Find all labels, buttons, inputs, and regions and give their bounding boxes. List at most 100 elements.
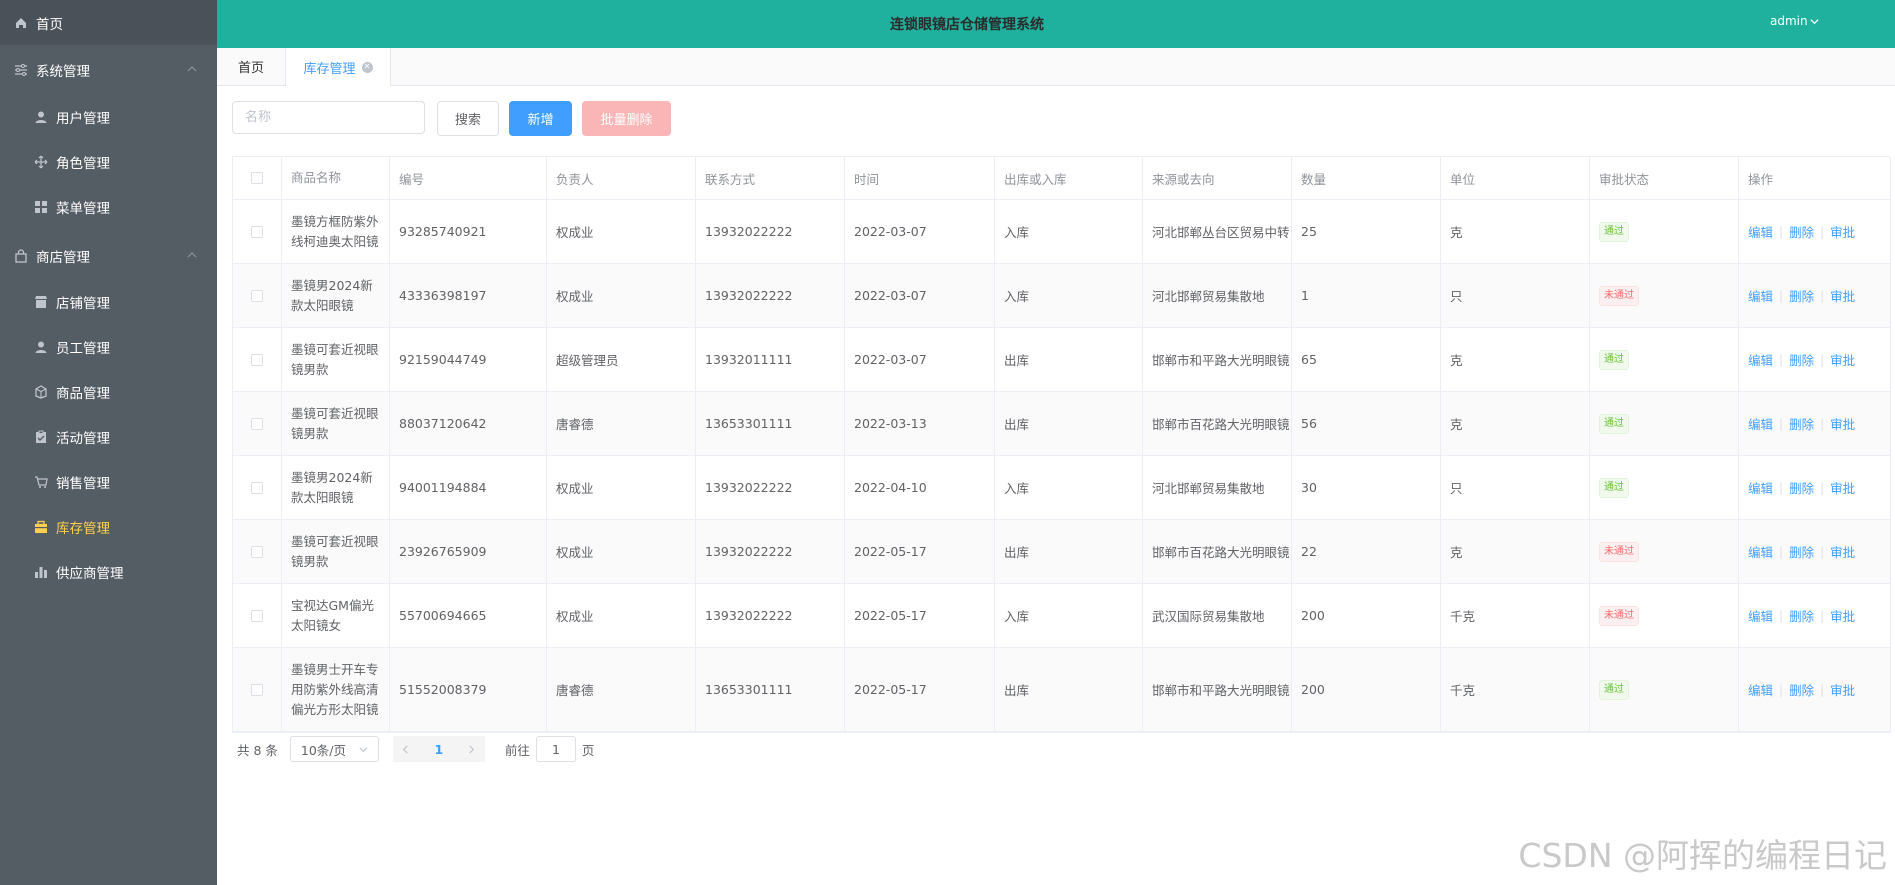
sidebar-item-5[interactable]: 商店管理 [0,233,217,278]
approve-link[interactable]: 审批 [1830,350,1855,369]
row-checkbox[interactable] [251,353,263,366]
sidebar-item-7[interactable]: 员工管理 [0,324,217,369]
delete-link[interactable]: 删除 [1789,478,1814,497]
direction-cell: 出库 [995,392,1143,455]
code-cell: 55700694665 [390,584,547,647]
direction-cell: 出库 [995,520,1143,583]
code-cell: 43336398197 [390,264,547,327]
sidebar-item-6[interactable]: 店铺管理 [0,279,217,324]
column-header: 编号 [390,157,547,199]
delete-link[interactable]: 删除 [1789,680,1814,699]
row-checkbox[interactable] [251,481,263,494]
delete-link[interactable]: 删除 [1789,542,1814,561]
clipboard-icon [34,430,48,444]
owner-cell: 超级管理员 [547,328,696,391]
tab-label: 首页 [237,61,264,76]
quantity-cell: 30 [1292,456,1441,519]
edit-link[interactable]: 编辑 [1748,222,1773,241]
action-separator: | [1779,480,1784,495]
quantity-cell: 56 [1292,392,1441,455]
row-select-cell [233,520,282,583]
batch-delete-button[interactable]: 批量删除 [582,101,671,136]
row-select-cell [233,200,282,263]
row-checkbox[interactable] [251,289,263,302]
quantity-cell: 25 [1292,200,1441,263]
sidebar-item-label: 系统管理 [36,63,90,80]
status-badge: 通过 [1599,477,1629,498]
sidebar-item-1[interactable]: 系统管理 [0,47,217,92]
sidebar-item-label: 菜单管理 [56,200,110,217]
search-button[interactable]: 搜索 [437,101,499,136]
action-separator: | [1779,608,1784,623]
row-checkbox[interactable] [251,417,263,430]
add-button[interactable]: 新增 [509,101,572,136]
product-name-cell: 宝视达GM偏光太阳镜女 [282,584,390,647]
page-number[interactable]: 1 [418,736,459,762]
table-row: 墨镜可套近视眼镜男款 92159044749 超级管理员 13932011111 202… [233,328,1891,392]
sidebar-item-4[interactable]: 菜单管理 [0,184,217,229]
prev-page-button[interactable] [392,736,419,762]
sidebar-item-0[interactable]: 首页 [0,0,217,45]
row-checkbox[interactable] [251,545,263,558]
action-separator: | [1779,352,1784,367]
sidebar-item-2[interactable]: 用户管理 [0,94,217,139]
select-all-checkbox[interactable] [251,172,263,184]
actions-cell: 编辑 | 删除 | 审批 [1739,520,1891,583]
user-menu[interactable]: admin [1770,14,1819,28]
goto-page-input[interactable] [535,736,576,762]
approve-link[interactable]: 审批 [1830,478,1855,497]
actions-cell: 编辑 | 删除 | 审批 [1739,328,1891,391]
row-checkbox[interactable] [251,609,263,622]
edit-link[interactable]: 编辑 [1748,286,1773,305]
chevron-right-icon [469,744,475,754]
status-badge: 通过 [1599,413,1629,434]
move-icon [34,155,48,169]
sidebar-item-3[interactable]: 角色管理 [0,139,217,184]
sidebar-item-label: 员工管理 [56,340,110,357]
row-select-cell [233,264,282,327]
edit-link[interactable]: 编辑 [1748,350,1773,369]
source-cell: 邯郸市和平路大光明眼镜 [1143,648,1292,731]
name-search-input[interactable] [232,101,425,134]
status-cell: 通过 [1590,392,1739,455]
delete-link[interactable]: 删除 [1789,350,1814,369]
approve-link[interactable]: 审批 [1830,414,1855,433]
sidebar-item-11[interactable]: 库存管理 [0,504,217,549]
delete-link[interactable]: 删除 [1789,606,1814,625]
edit-link[interactable]: 编辑 [1748,680,1773,699]
edit-link[interactable]: 编辑 [1748,414,1773,433]
delete-link[interactable]: 删除 [1789,414,1814,433]
close-icon[interactable]: ✕ [361,61,373,73]
sidebar-item-label: 销售管理 [56,475,110,492]
page-size-select[interactable]: 10条/页 [289,736,379,762]
tab-inventory[interactable]: 库存管理 ✕ [286,48,391,86]
direction-cell: 入库 [995,200,1143,263]
chevron-up-icon [187,252,197,258]
row-checkbox[interactable] [251,225,263,238]
approve-link[interactable]: 审批 [1830,606,1855,625]
column-header: 来源或去向 [1143,157,1292,199]
tab-home[interactable]: 首页 [217,48,286,85]
sidebar-item-10[interactable]: 销售管理 [0,459,217,504]
approve-link[interactable]: 审批 [1830,542,1855,561]
next-page-button[interactable] [458,736,485,762]
approve-link[interactable]: 审批 [1830,286,1855,305]
edit-link[interactable]: 编辑 [1748,542,1773,561]
delete-link[interactable]: 删除 [1789,222,1814,241]
action-separator: | [1820,352,1825,367]
approve-link[interactable]: 审批 [1830,680,1855,699]
edit-link[interactable]: 编辑 [1748,606,1773,625]
sidebar-item-8[interactable]: 商品管理 [0,369,217,414]
approve-link[interactable]: 审批 [1830,222,1855,241]
status-badge: 未通过 [1599,605,1639,626]
time-cell: 2022-04-10 [845,456,995,519]
column-header: 操作 [1739,157,1891,199]
status-badge: 未通过 [1599,285,1639,306]
delete-link[interactable]: 删除 [1789,286,1814,305]
edit-link[interactable]: 编辑 [1748,478,1773,497]
sidebar-item-9[interactable]: 活动管理 [0,414,217,459]
row-checkbox[interactable] [251,683,263,696]
action-separator: | [1820,416,1825,431]
sidebar-item-12[interactable]: 供应商管理 [0,549,217,594]
actions-cell: 编辑 | 删除 | 审批 [1739,456,1891,519]
